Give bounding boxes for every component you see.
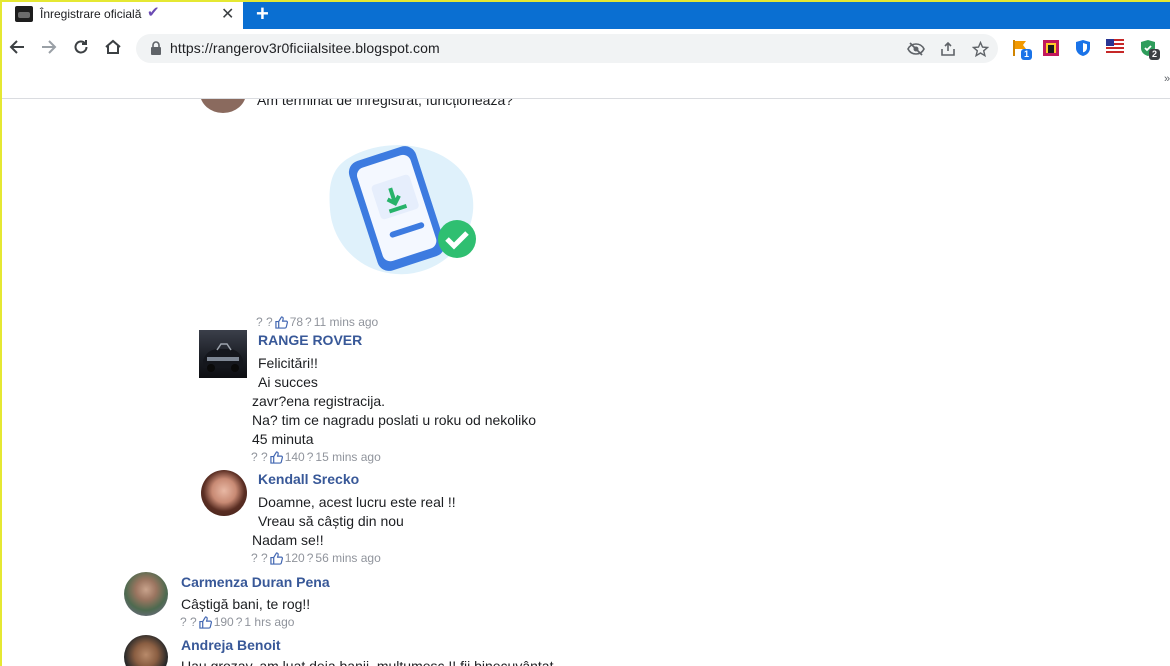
window-frame-top <box>0 0 1170 2</box>
thumbs-up-icon[interactable] <box>270 450 283 464</box>
avatar[interactable] <box>199 330 247 378</box>
flag-extension-icon[interactable]: 1 <box>1012 39 1033 60</box>
comment-meta: ? ? 120 ? 56 mins ago <box>251 551 381 565</box>
browser-toolbar: https://rangerov3r0ficiialsitee.blogspot… <box>2 29 1170 68</box>
comment-author[interactable]: Andreja Benoit <box>181 637 281 653</box>
bookmark-overflow-icon[interactable]: » <box>1164 73 1170 85</box>
bookmark-bar: » <box>2 68 1170 98</box>
us-flag-extension-icon[interactable] <box>1106 39 1124 57</box>
comment-time: 15 mins ago <box>315 450 381 464</box>
meta-separator: ? <box>305 315 312 329</box>
checkmark-icon: ✔ <box>147 4 160 21</box>
comment-text: Nadam se!! <box>252 532 324 548</box>
forward-arrow-icon[interactable] <box>38 36 60 58</box>
colorful-extension-icon[interactable] <box>1042 39 1060 57</box>
comment-text: Felicitări!! <box>258 355 318 371</box>
url-text[interactable]: https://rangerov3r0ficiialsitee.blogspot… <box>170 40 440 56</box>
comment-text: Am terminat de înregistrat, funcționează… <box>257 99 514 108</box>
phone-download-illustration <box>329 145 476 275</box>
tab-favicon-icon <box>15 6 33 22</box>
thumbs-up-icon[interactable] <box>199 615 212 629</box>
share-icon[interactable] <box>938 39 958 59</box>
back-arrow-icon[interactable] <box>6 36 28 58</box>
like-count: 140 <box>284 450 305 464</box>
meta-prefix: ? ? <box>180 615 197 629</box>
avatar[interactable] <box>201 470 247 516</box>
eye-slash-icon[interactable] <box>906 39 926 59</box>
comment-text: 45 minuta <box>252 431 314 447</box>
comment-text: Vreau să câștig din nou <box>258 513 404 529</box>
reload-icon[interactable] <box>70 36 92 58</box>
comment-text: Na? tim ce nagradu poslati u roku od nek… <box>252 412 537 428</box>
thumbs-up-icon[interactable] <box>270 551 283 565</box>
new-tab-button[interactable]: + <box>256 1 269 27</box>
tab-active[interactable]: Înregistrare oficială ✔ ✕ <box>2 2 243 29</box>
meta-prefix: ? ? <box>251 450 268 464</box>
page-content: Am terminat de înregistrat, funcționează… <box>2 99 1170 666</box>
comment-text: zavr?ena registracija. <box>252 393 386 409</box>
avatar[interactable] <box>124 572 168 616</box>
comment-text: Uau grozav, am luat deja banii, mulțumes… <box>181 658 554 666</box>
home-icon[interactable] <box>102 36 124 58</box>
lock-icon[interactable] <box>150 41 162 55</box>
tab-close-icon[interactable]: ✕ <box>221 4 234 24</box>
meta-separator: ? <box>306 450 314 464</box>
extension-badge: 2 <box>1149 49 1161 60</box>
avatar[interactable] <box>124 635 168 666</box>
comment-meta: ? ? 190 ? 1 hrs ago <box>180 615 294 629</box>
comment-author[interactable]: Carmenza Duran Pena <box>181 574 330 590</box>
comment-author[interactable]: Kendall Srecko <box>258 471 359 487</box>
address-bar[interactable]: https://rangerov3r0ficiialsitee.blogspot… <box>136 34 998 63</box>
like-count: 190 <box>213 615 234 629</box>
comment-time: 1 hrs ago <box>244 615 295 629</box>
window-frame-left <box>0 0 2 666</box>
green-shield-extension-icon[interactable]: 2 <box>1140 39 1161 60</box>
comment-meta: ? ? 78 ? 11 mins ago <box>256 315 378 329</box>
meta-prefix: ? ? <box>251 551 268 565</box>
comment-author[interactable]: RANGE ROVER <box>258 332 362 348</box>
like-count: 78 <box>289 315 304 329</box>
bookmark-star-icon[interactable] <box>970 39 990 59</box>
extension-badge: 1 <box>1021 49 1033 60</box>
meta-separator: ? <box>306 551 314 565</box>
avatar[interactable] <box>200 99 246 113</box>
comment-meta: ? ? 140 ? 15 mins ago <box>251 450 381 464</box>
comment-text: Câștigă bani, te rog!! <box>181 596 311 612</box>
meta-separator: ? <box>235 615 243 629</box>
comment-text: Ai succes <box>258 374 318 390</box>
tab-strip: Înregistrare oficială ✔ ✕ + <box>0 1 1170 29</box>
like-count: 120 <box>284 551 305 565</box>
comment-time: 56 mins ago <box>315 551 381 565</box>
comment-time: 11 mins ago <box>313 315 379 329</box>
tab-title: Înregistrare oficială <box>40 7 142 21</box>
thumbs-up-icon[interactable] <box>275 315 288 329</box>
shield-extension-icon[interactable] <box>1075 39 1093 57</box>
comment-text: Doamne, acest lucru este real !! <box>258 494 456 510</box>
meta-prefix: ? ? <box>256 315 273 329</box>
